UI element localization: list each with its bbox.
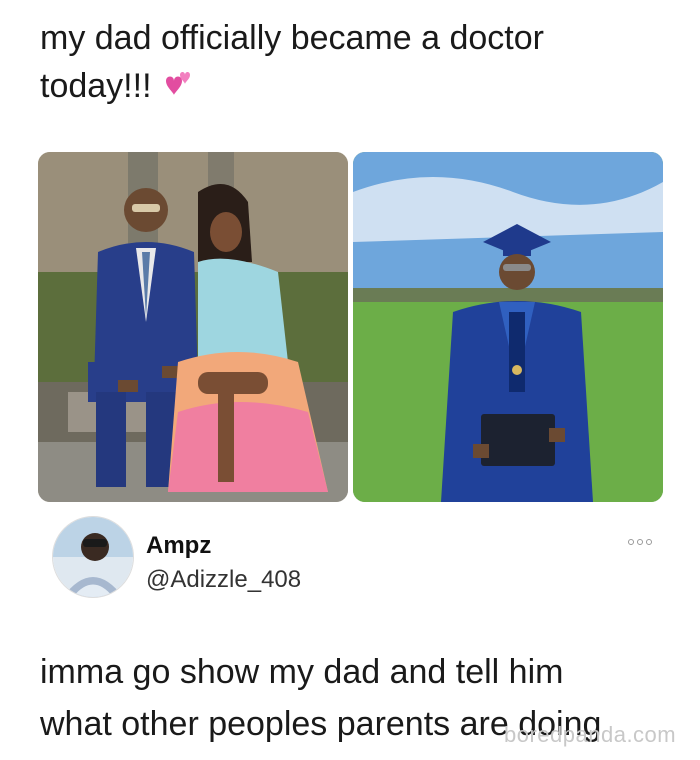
user-handle[interactable]: @Adizzle_408 bbox=[146, 566, 301, 594]
top-caption: my dad officially became a doctor today!… bbox=[40, 14, 680, 112]
display-name[interactable]: Ampz bbox=[146, 532, 211, 560]
top-caption-line-1: my dad officially became a doctor bbox=[40, 19, 544, 57]
more-options-icon[interactable] bbox=[628, 536, 658, 548]
avatar[interactable] bbox=[52, 516, 134, 598]
photo-couple bbox=[38, 152, 348, 502]
photo-graduate bbox=[353, 152, 663, 502]
reply-text-line-1: imma go show my dad and tell him bbox=[40, 653, 564, 691]
top-caption-line-2: today!!! bbox=[40, 62, 680, 112]
two-hearts-icon bbox=[158, 64, 196, 112]
watermark: boredpanda.com bbox=[504, 722, 677, 747]
top-caption-line-2-text: today!!! bbox=[40, 67, 152, 105]
